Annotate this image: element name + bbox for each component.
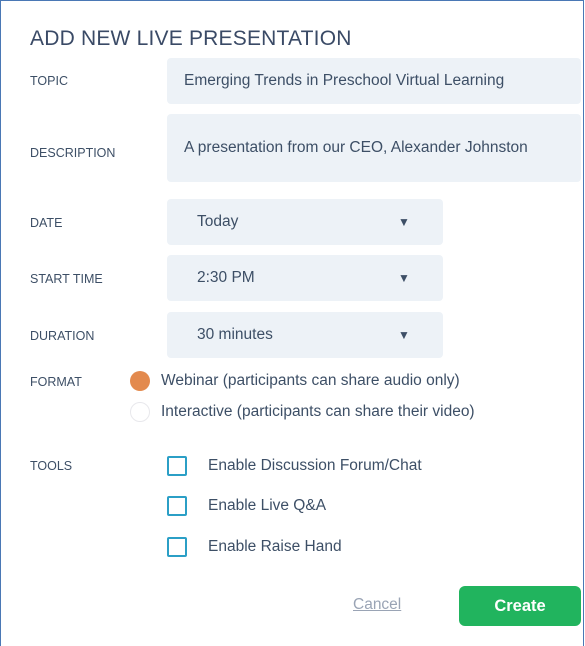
duration-label: DURATION bbox=[30, 329, 95, 343]
start-time-label: START TIME bbox=[30, 272, 103, 286]
tool-option-label: Enable Live Q&A bbox=[208, 497, 327, 514]
description-label: DESCRIPTION bbox=[30, 146, 116, 160]
format-option-interactive[interactable]: Interactive (participants can share thei… bbox=[130, 402, 475, 422]
create-button-label: Create bbox=[494, 596, 546, 615]
description-field[interactable]: A presentation from our CEO, Alexander J… bbox=[167, 114, 581, 182]
topic-field[interactable]: Emerging Trends in Preschool Virtual Lea… bbox=[167, 58, 581, 104]
checkbox-icon[interactable] bbox=[167, 456, 187, 476]
format-option-label: Interactive (participants can share thei… bbox=[161, 403, 475, 420]
cancel-link[interactable]: Cancel bbox=[353, 596, 401, 614]
duration-select[interactable]: 30 minutes ▼ bbox=[167, 312, 443, 358]
date-label: DATE bbox=[30, 216, 63, 230]
radio-selected-icon[interactable] bbox=[130, 371, 150, 391]
date-value: Today bbox=[197, 213, 239, 230]
description-value: A presentation from our CEO, Alexander J… bbox=[184, 139, 528, 156]
format-option-webinar[interactable]: Webinar (participants can share audio on… bbox=[130, 371, 460, 391]
format-label: FORMAT bbox=[30, 375, 82, 389]
tool-option-label: Enable Discussion Forum/Chat bbox=[208, 457, 422, 474]
start-time-value: 2:30 PM bbox=[197, 269, 255, 286]
tool-option-raise-hand[interactable]: Enable Raise Hand bbox=[167, 537, 342, 557]
radio-unselected-icon[interactable] bbox=[130, 402, 150, 422]
topic-value: Emerging Trends in Preschool Virtual Lea… bbox=[184, 72, 505, 89]
create-button[interactable]: Create bbox=[459, 586, 581, 626]
caret-down-icon: ▼ bbox=[398, 271, 410, 285]
topic-label: TOPIC bbox=[30, 74, 68, 88]
tool-option-qa[interactable]: Enable Live Q&A bbox=[167, 496, 326, 516]
checkbox-icon[interactable] bbox=[167, 537, 187, 557]
date-select[interactable]: Today ▼ bbox=[167, 199, 443, 245]
tools-label: TOOLS bbox=[30, 459, 73, 473]
duration-value: 30 minutes bbox=[197, 326, 273, 343]
tool-option-label: Enable Raise Hand bbox=[208, 538, 342, 555]
dialog-title: ADD NEW LIVE PRESENTATION bbox=[30, 27, 352, 50]
start-time-select[interactable]: 2:30 PM ▼ bbox=[167, 255, 443, 301]
add-presentation-dialog: ADD NEW LIVE PRESENTATION TOPIC Emerging… bbox=[0, 0, 584, 646]
checkbox-icon[interactable] bbox=[167, 496, 187, 516]
caret-down-icon: ▼ bbox=[398, 215, 410, 229]
format-option-label: Webinar (participants can share audio on… bbox=[161, 372, 460, 389]
caret-down-icon: ▼ bbox=[398, 328, 410, 342]
tool-option-discussion[interactable]: Enable Discussion Forum/Chat bbox=[167, 456, 422, 476]
